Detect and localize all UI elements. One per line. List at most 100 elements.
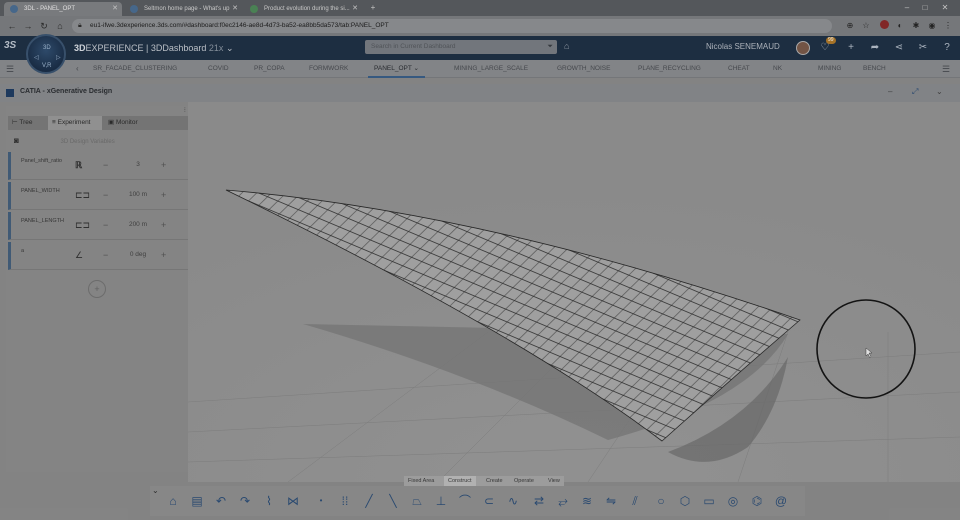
decrement-button[interactable]: − (103, 190, 108, 200)
user-name[interactable]: Nicolas SENEMAUD (706, 42, 780, 51)
avatar[interactable] (796, 41, 810, 55)
maximize-window-button[interactable]: □ (918, 2, 932, 14)
parameter-value[interactable]: 100 m (115, 191, 161, 198)
share-network-icon[interactable]: ⋖ (892, 41, 906, 55)
expand-widget-icon[interactable]: ⤢ (912, 87, 918, 97)
minimize-widget-icon[interactable]: – (888, 87, 892, 96)
chevron-down-icon[interactable]: ⌄ (414, 65, 419, 72)
url-input[interactable]: 🔒︎ eu1-ifwe.3dexperience.3ds.com/#dashbo… (72, 19, 832, 33)
tab-experiment[interactable]: ≡ Experiment (48, 116, 102, 130)
tab-growth-noise[interactable]: GROWTH_NOISE (557, 60, 610, 78)
chevron-down-icon[interactable]: ⌄ (226, 43, 234, 53)
decrement-button[interactable]: − (103, 250, 108, 260)
tab-pr-copa[interactable]: PR_COPA (254, 60, 285, 78)
decrement-button[interactable]: − (103, 220, 108, 230)
decrement-button[interactable]: − (103, 160, 108, 170)
axis-icon[interactable]: ⊥ (432, 492, 450, 510)
tab-mining-large-scale[interactable]: MINING_LARGE_SCALE (454, 60, 528, 78)
tab-mining[interactable]: MINING (818, 60, 841, 78)
helix-icon[interactable]: @ (772, 492, 790, 510)
3d-viewport[interactable] (187, 102, 960, 483)
bookmark-star-icon[interactable]: ☆ (860, 20, 872, 32)
puzzle-icon[interactable]: ✱ (910, 20, 922, 32)
tab-construct[interactable]: Construct (444, 476, 476, 486)
redo-icon[interactable]: ↷ (236, 492, 254, 510)
widget-menu-chevron-icon[interactable]: ⌄ (936, 87, 943, 96)
tab-formwork[interactable]: FORMWORK (309, 60, 348, 78)
help-icon[interactable]: ? (940, 41, 954, 55)
menu-dots-icon[interactable]: ⋮ (942, 20, 954, 32)
swirl-icon[interactable]: ≋ (578, 492, 596, 510)
tag-icon[interactable]: ⌂ (564, 41, 569, 51)
close-window-button[interactable]: ✕ (938, 2, 952, 14)
home-icon[interactable]: ⌂ (164, 492, 182, 510)
close-tab-icon[interactable]: ✕ (232, 2, 238, 16)
pipe-icon[interactable]: ⇋ (602, 492, 620, 510)
increment-button[interactable]: + (161, 250, 166, 260)
tabs-scroll-left-icon[interactable]: ‹ (76, 60, 79, 78)
tab-fixed-area[interactable]: Fixed Area (404, 476, 438, 486)
tools-icon[interactable]: ✂ (916, 41, 930, 55)
hexagon-icon[interactable]: ⬡ (676, 492, 694, 510)
close-tab-icon[interactable]: ✕ (112, 2, 118, 16)
tab-operate[interactable]: Operate (510, 476, 538, 486)
graph-icon[interactable]: ⋈ (284, 492, 302, 510)
parameter-value[interactable]: 3 (115, 161, 161, 168)
tab-plane-recycling[interactable]: PLANE_RECYCLING (638, 60, 701, 78)
add-parameter-button[interactable]: + (88, 280, 106, 298)
multi-curve-icon[interactable]: ⫽ (626, 492, 644, 510)
tab-sr-facade-clustering[interactable]: SR_FACADE_CLUSTERING (93, 60, 177, 78)
bend-icon[interactable]: ⇄ (530, 492, 548, 510)
increment-button[interactable]: + (161, 190, 166, 200)
minimize-window-button[interactable]: – (900, 2, 914, 14)
spline-icon[interactable]: ╲ (384, 492, 402, 510)
ds-logo-icon[interactable]: 3S (4, 40, 16, 51)
browser-tab-product-evolution[interactable]: Product evolution during the si... ✕ (244, 2, 362, 16)
tab-bench[interactable]: BENCH (863, 60, 886, 78)
share-arrow-icon[interactable]: ➦ (868, 41, 882, 55)
twist-icon[interactable]: ⥂ (554, 492, 572, 510)
tab-covid[interactable]: COVID (208, 60, 229, 78)
reload-icon[interactable]: ↻ (38, 20, 50, 32)
hamburger-menu-icon[interactable]: ☰ (6, 60, 14, 78)
rectangle-icon[interactable]: ▭ (700, 492, 718, 510)
plane-icon[interactable]: ⏢ (408, 492, 426, 510)
notifications-icon[interactable]: ♡ 99 (818, 37, 836, 55)
tab-view[interactable]: View (544, 476, 564, 486)
tab-list-icon[interactable]: ☰ (942, 60, 950, 78)
new-tab-button[interactable]: + (366, 2, 380, 14)
save-icon[interactable]: ▤ (188, 492, 206, 510)
tab-cheat[interactable]: CHEAT (728, 60, 750, 78)
add-icon[interactable]: + (844, 41, 858, 55)
browser-tab-seltmon[interactable]: Seltmon home page - What's up ✕ (124, 2, 242, 16)
parameter-value[interactable]: 0 deg (115, 251, 161, 258)
grid-icon[interactable]: ⁞⁞ (336, 492, 354, 510)
extension-icon[interactable]: ◐ (894, 20, 906, 32)
parameter-value[interactable]: 200 m (115, 221, 161, 228)
curve-icon[interactable]: ⌒ (456, 492, 474, 510)
profile-icon[interactable]: ◉ (926, 20, 938, 32)
panel-collapse-icon[interactable]: ⁝ (184, 106, 186, 114)
coil-icon[interactable]: ⌬ (748, 492, 766, 510)
filter-icon[interactable]: ⏷ (547, 40, 553, 54)
spiral-icon[interactable]: ◎ (724, 492, 742, 510)
line-icon[interactable]: ╱ (360, 492, 378, 510)
undo-icon[interactable]: ↶ (212, 492, 230, 510)
chevron-down-icon[interactable]: ⌄ (152, 486, 159, 495)
home-icon[interactable]: ⌂ (54, 20, 66, 32)
arc-icon[interactable]: ⊂ (480, 492, 498, 510)
tab-create[interactable]: Create (482, 476, 507, 486)
zoom-icon[interactable]: ⊕ (844, 20, 856, 32)
tab-panel-opt[interactable]: PANEL_OPT ⌄ (368, 60, 425, 78)
extension-red-icon[interactable] (878, 20, 890, 32)
compass-widget[interactable]: 3D ◁ ▷ V,R (26, 34, 66, 74)
increment-button[interactable]: + (161, 160, 166, 170)
close-tab-icon[interactable]: ✕ (352, 2, 358, 16)
tab-tree[interactable]: ⊢ Tree (12, 116, 46, 130)
browser-tab-panel-opt[interactable]: 3DL - PANEL_OPT ✕ (4, 2, 122, 16)
feed-icon[interactable]: ⌇ (260, 492, 278, 510)
forward-arrow-icon[interactable]: → (22, 20, 34, 32)
increment-button[interactable]: + (161, 220, 166, 230)
tab-monitor[interactable]: ▣ Monitor (108, 116, 158, 130)
search-input[interactable]: Search in Current Dashboard ⏷ (365, 40, 557, 54)
